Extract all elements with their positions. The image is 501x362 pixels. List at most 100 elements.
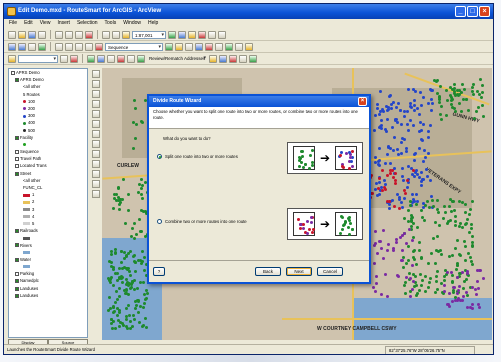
menu-file[interactable]: File [9,19,17,28]
layer-checkbox[interactable] [15,286,19,291]
toc-item[interactable]: Landuses [9,292,87,299]
select-icon[interactable] [55,42,63,51]
add-data-icon[interactable] [122,30,130,39]
paste-icon[interactable] [75,30,83,39]
menu-selection[interactable]: Selection [77,19,98,28]
street-icon[interactable] [209,54,217,63]
layer-checkbox[interactable] [15,164,19,169]
toc-item[interactable]: 2 [9,198,87,205]
option-combine[interactable]: Combine two or more routes into one rout… [157,219,247,224]
next-button[interactable]: Next [286,267,312,276]
toolbox-icon[interactable] [198,30,206,39]
dialog-close-button[interactable]: × [358,97,367,106]
toc-item[interactable]: 1 [9,191,87,198]
layer-checkbox[interactable] [15,257,19,262]
pointer-icon[interactable] [91,170,100,178]
export-icon[interactable] [235,42,243,51]
option-split[interactable]: Split one route into two or more routes [157,154,238,159]
toc-item[interactable]: 400 [9,119,87,126]
identify-icon[interactable] [91,140,100,148]
zoom-out-icon[interactable] [91,80,100,88]
layer-combo[interactable]: Sequence [105,42,163,51]
back-extent-icon[interactable] [91,110,100,118]
toc-icon[interactable] [178,30,186,39]
grid-icon[interactable] [239,54,247,63]
hyperlink-icon[interactable] [95,42,103,51]
locate-icon[interactable] [97,54,105,63]
split-radio[interactable] [157,154,162,159]
back-button[interactable]: Back [255,267,281,276]
zoom-out-icon[interactable] [18,42,26,51]
text-icon[interactable] [70,54,78,63]
drawing-combo[interactable] [18,54,58,63]
save-icon[interactable] [28,30,36,39]
toc-item[interactable]: Located Trans [9,162,87,169]
layer-checkbox[interactable] [15,279,19,284]
find-icon[interactable] [91,150,100,158]
toc-item[interactable]: FUNC_CL [9,184,87,191]
toc-item[interactable]: Landuses [9,285,87,292]
toc-item[interactable]: 200 [9,105,87,112]
forward-extent-icon[interactable] [91,120,100,128]
catalog-icon[interactable] [188,30,196,39]
layer-checkbox[interactable] [15,272,19,277]
refresh-icon[interactable] [249,54,257,63]
full-extent-icon[interactable] [38,42,46,51]
toc-item[interactable]: APRS Demo [9,76,87,83]
toc-item[interactable]: <all other [9,177,87,184]
hyperlink-icon[interactable] [91,190,100,198]
divide-route-icon[interactable] [205,42,213,51]
toc-item[interactable] [9,141,87,148]
flag-icon[interactable] [117,54,125,63]
toc-item[interactable]: Rivers [9,242,87,249]
toc-item[interactable]: 5 Routes [9,91,87,98]
toc-item[interactable]: Railroads [9,227,87,234]
copy-icon[interactable] [65,30,73,39]
review-icon[interactable] [137,54,145,63]
maximize-button[interactable]: □ [467,6,478,17]
full-extent-icon[interactable] [91,100,100,108]
menu-window[interactable]: Window [123,19,141,28]
balance-icon[interactable] [195,42,203,51]
toc-item[interactable]: Sequence [9,148,87,155]
toc-item[interactable] [9,234,87,241]
scale-combo[interactable]: 1:87,001 [132,30,166,39]
toc-item[interactable]: Street [9,170,87,177]
new-icon[interactable] [8,30,16,39]
toc-item[interactable]: Travel Path [9,155,87,162]
pan-icon[interactable] [91,90,100,98]
layer-checkbox[interactable] [15,293,19,298]
toc-item[interactable]: 4 [9,213,87,220]
find-icon[interactable] [75,42,83,51]
cancel-button[interactable]: Cancel [317,267,343,276]
menu-edit[interactable]: Edit [24,19,33,28]
toc-item[interactable]: Facility [9,134,87,141]
map-book-icon[interactable] [225,42,233,51]
toc-item[interactable]: 3 [9,206,87,213]
minimize-button[interactable]: _ [455,6,466,17]
layer-checkbox[interactable] [15,135,19,140]
redo-icon[interactable] [112,30,120,39]
cut-icon[interactable] [55,30,63,39]
toc-item[interactable]: 300 [9,112,87,119]
combine-radio[interactable] [157,219,162,224]
toc-item[interactable]: <all other [9,83,87,90]
pan-icon[interactable] [28,42,36,51]
toc-item[interactable]: Parking [9,270,87,277]
toc-item[interactable]: Namedplc [9,277,87,284]
route-icon[interactable] [165,42,173,51]
close-button[interactable]: × [479,6,490,17]
measure-icon[interactable] [85,42,93,51]
select-icon[interactable] [91,130,100,138]
expand-icon[interactable] [11,70,15,75]
toc-item[interactable]: Water [9,256,87,263]
delete-icon[interactable] [85,30,93,39]
toc-item[interactable] [9,263,87,270]
layer-checkbox[interactable] [15,78,19,83]
toc-item[interactable]: APRS Demo [9,69,87,76]
tools-icon[interactable] [127,54,135,63]
node-icon[interactable] [107,54,115,63]
sequence-icon[interactable] [185,42,193,51]
toc-item[interactable]: 5 [9,220,87,227]
identify-icon[interactable] [65,42,73,51]
